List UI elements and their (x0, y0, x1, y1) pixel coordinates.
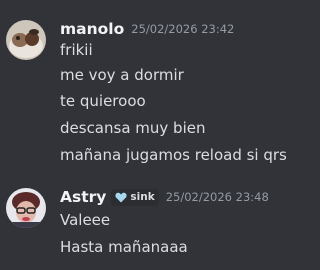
username[interactable]: manolo (60, 20, 124, 38)
avatar-astry[interactable] (6, 188, 46, 228)
message-text: Hasta mañanaaa (60, 238, 188, 256)
badge-label: sink (130, 191, 155, 203)
avatar-astry-image (6, 188, 46, 228)
message-text: descansa muy bien (60, 119, 206, 137)
message-header-manolo: manolo 25/02/2026 23:42 (60, 18, 234, 40)
username[interactable]: Astry (60, 188, 106, 206)
message-text: Valeee (60, 211, 111, 229)
message-text: me voy a dormir (60, 66, 184, 84)
timestamp[interactable]: 25/02/2026 23:48 (166, 190, 269, 204)
avatar-manolo[interactable] (6, 20, 46, 60)
avatar-manolo-image (6, 20, 46, 60)
message-text: te quierooo (60, 92, 146, 110)
heart-icon (115, 192, 127, 202)
message-group-astry: Astry sink 25/02/2026 23:48 Valeee Hasta… (0, 186, 280, 266)
message-header-astry: Astry sink 25/02/2026 23:48 (60, 186, 269, 208)
message-text: mañana jugamos reload si qrs (60, 146, 287, 164)
user-badge[interactable]: sink (111, 188, 159, 206)
message-group-manolo: manolo 25/02/2026 23:42 frikii me voy a … (0, 18, 287, 188)
timestamp[interactable]: 25/02/2026 23:42 (131, 22, 234, 36)
message-text: frikii (60, 41, 93, 59)
